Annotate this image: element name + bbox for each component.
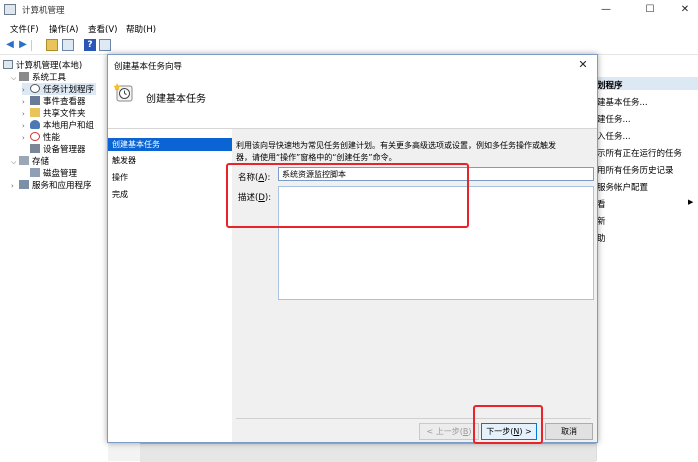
menu-action[interactable]: 操作(A) bbox=[49, 23, 78, 35]
users-icon bbox=[30, 120, 40, 129]
action-service-account[interactable]: 服务帐户配置 bbox=[597, 181, 648, 193]
action-pane-icon[interactable] bbox=[99, 39, 111, 51]
services-icon bbox=[19, 180, 29, 189]
action-import-task[interactable]: 入任务... bbox=[597, 130, 631, 142]
highlight-box-name-description bbox=[226, 163, 469, 228]
tree-item-storage[interactable]: ⌵ 存储 bbox=[11, 155, 49, 167]
menu-help[interactable]: 帮助(H) bbox=[126, 23, 156, 35]
minimize-button[interactable]: — bbox=[598, 2, 614, 18]
computer-icon bbox=[3, 60, 13, 69]
toolbar-separator bbox=[31, 40, 32, 51]
step-action[interactable]: 操作 bbox=[108, 171, 232, 184]
tree-item-services-apps[interactable]: › 服务和应用程序 bbox=[11, 179, 92, 191]
menu-view[interactable]: 查看(V) bbox=[88, 23, 117, 35]
chevron-right-icon[interactable]: › bbox=[22, 122, 30, 130]
help-icon[interactable]: ? bbox=[84, 39, 96, 51]
title-bar bbox=[0, 0, 698, 20]
chevron-right-icon[interactable]: › bbox=[22, 134, 30, 142]
tools-icon bbox=[19, 72, 29, 81]
action-show-running-tasks[interactable]: 示所有正在运行的任务 bbox=[597, 147, 682, 159]
chevron-down-icon[interactable]: ⌵ bbox=[11, 158, 19, 167]
storage-icon bbox=[19, 156, 29, 165]
event-viewer-icon bbox=[30, 96, 40, 105]
disk-icon bbox=[30, 168, 40, 177]
clock-icon bbox=[30, 84, 40, 93]
chevron-down-icon[interactable]: ⌵ bbox=[11, 74, 19, 83]
action-create-basic-task[interactable]: 建基本任务... bbox=[597, 96, 648, 108]
tree-item-performance[interactable]: › 性能 bbox=[22, 131, 60, 143]
step-create-basic-task[interactable]: 创建基本任务 bbox=[108, 138, 232, 151]
task-wizard-icon bbox=[113, 82, 134, 102]
tree-item-system-tools[interactable]: ⌵ 系统工具 bbox=[11, 71, 66, 83]
dialog-title: 创建基本任务向导 bbox=[114, 62, 183, 72]
shared-folder-icon bbox=[30, 108, 40, 117]
tree-item-root[interactable]: 计算机管理(本地) bbox=[3, 59, 82, 71]
action-create-task[interactable]: 建任务... bbox=[597, 113, 631, 125]
tree-item-device-manager[interactable]: 设备管理器 bbox=[30, 143, 86, 155]
computer-management-icon bbox=[4, 4, 16, 15]
submenu-arrow-icon[interactable]: ▶ bbox=[688, 198, 693, 206]
maximize-button[interactable]: ☐ bbox=[642, 2, 658, 18]
chevron-right-icon[interactable]: › bbox=[22, 98, 30, 106]
tree-item-local-users[interactable]: › 本地用户和组 bbox=[22, 119, 94, 131]
tree-item-event-viewer[interactable]: › 事件查看器 bbox=[22, 95, 86, 107]
cancel-button[interactable]: 取消 bbox=[545, 423, 593, 440]
window-title: 计算机管理 bbox=[22, 6, 65, 16]
folder-up-icon[interactable] bbox=[46, 39, 58, 51]
tree-item-disk-management[interactable]: 磁盘管理 bbox=[30, 167, 77, 179]
highlight-box-next bbox=[473, 405, 543, 444]
chevron-right-icon[interactable]: › bbox=[22, 110, 30, 118]
console-tree: 计算机管理(本地) ⌵ 系统工具 › 任务计划程序 › 事件查看器 › 共享文件夹 › 本… bbox=[0, 55, 108, 461]
dialog-heading: 创建基本任务 bbox=[146, 94, 206, 105]
tree-item-shared-folders[interactable]: › 共享文件夹 bbox=[22, 107, 86, 119]
step-trigger[interactable]: 触发器 bbox=[108, 154, 232, 167]
previous-button[interactable]: < 上一步(B) bbox=[419, 423, 479, 440]
center-pane-footer bbox=[140, 443, 596, 462]
back-arrow-icon[interactable]: ◀ bbox=[4, 39, 16, 51]
action-view[interactable]: 看 bbox=[597, 198, 606, 210]
actions-pane-title: 划程序 bbox=[597, 81, 623, 91]
action-refresh[interactable]: 新 bbox=[597, 215, 606, 227]
dialog-close-button[interactable]: ✕ bbox=[576, 58, 590, 72]
show-hide-tree-icon[interactable] bbox=[62, 39, 74, 51]
device-manager-icon bbox=[30, 144, 40, 153]
wizard-description: 利用该向导快速地为常见任务创建计划。有关更多高级选项或设置，例如多任务操作或触发… bbox=[236, 141, 556, 162]
chevron-right-icon[interactable]: › bbox=[22, 86, 30, 94]
close-button[interactable]: ✕ bbox=[677, 2, 693, 18]
step-finish[interactable]: 完成 bbox=[108, 188, 232, 201]
menu-file[interactable]: 文件(F) bbox=[10, 23, 39, 35]
forward-arrow-icon[interactable]: ▶ bbox=[17, 39, 29, 51]
chevron-right-icon[interactable]: › bbox=[11, 182, 19, 190]
action-enable-history[interactable]: 用所有任务历史记录 bbox=[597, 164, 674, 176]
performance-icon bbox=[30, 132, 40, 141]
action-help[interactable]: 助 bbox=[597, 232, 606, 244]
tree-item-task-scheduler[interactable]: › 任务计划程序 bbox=[22, 83, 97, 95]
